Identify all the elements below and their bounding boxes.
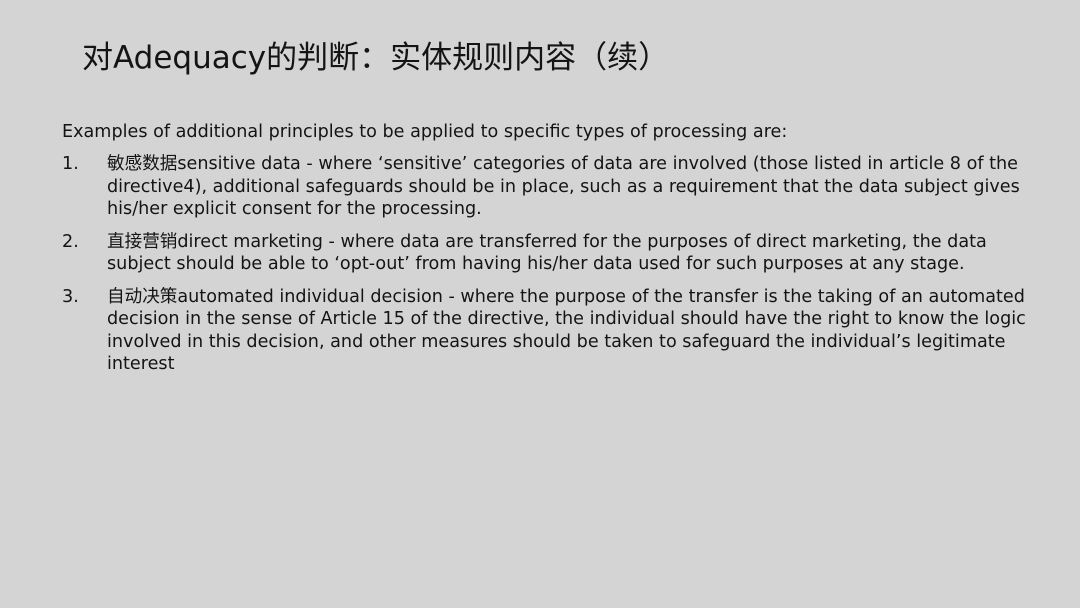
list-item-text: 直接营销direct marketing - where data are tr… [107,231,987,275]
slide-title: 对Adequacy的判断：实体规则内容（续） [82,40,670,76]
principles-list: 1. 敏感数据sensitive data - where ‘sensitive… [62,153,1052,386]
list-item-number: 1. [62,154,79,174]
list-item: 1. 敏感数据sensitive data - where ‘sensitive… [62,153,1052,221]
intro-text: Examples of additional principles to be … [62,122,788,142]
list-item-text: 自动决策automated individual decision - wher… [107,286,1026,375]
list-item-text: 敏感数据sensitive data - where ‘sensitive’ c… [107,154,1020,219]
list-item: 2. 直接营销direct marketing - where data are… [62,231,1052,276]
slide: 对Adequacy的判断：实体规则内容（续） Examples of addit… [0,0,1080,608]
list-item-number: 2. [62,231,79,252]
list-item-number: 3. [62,286,79,307]
list-item: 3. 自动决策automated individual decision - w… [62,286,1052,376]
